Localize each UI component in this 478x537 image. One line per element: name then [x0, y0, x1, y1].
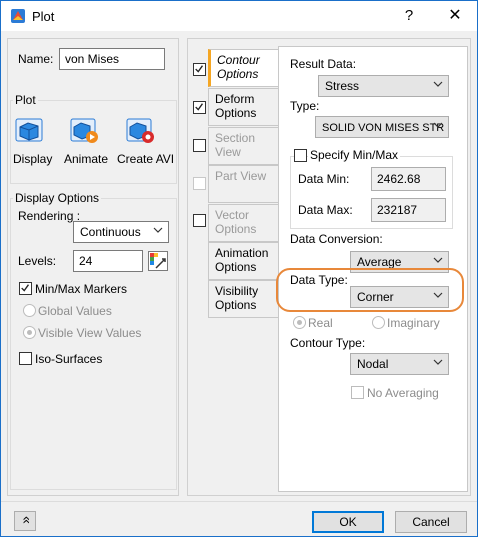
- chevron-down-icon: [433, 122, 443, 128]
- global-values-radio[interactable]: [23, 304, 36, 317]
- visible-values-radio[interactable]: [23, 326, 36, 339]
- levels-label: Levels:: [18, 254, 57, 268]
- tab-label: Options: [215, 106, 257, 120]
- visible-values-label: Visible View Values: [38, 326, 142, 340]
- data-type-select[interactable]: Corner: [350, 286, 449, 308]
- result-data-select[interactable]: Stress: [318, 75, 449, 97]
- vector-options-checkbox[interactable]: [193, 214, 206, 227]
- plot-group-label: Plot: [13, 93, 38, 107]
- ok-button[interactable]: OK: [312, 511, 384, 533]
- animate-label[interactable]: Animate: [64, 152, 108, 166]
- contour-type-select[interactable]: Nodal: [350, 353, 449, 375]
- display-label[interactable]: Display: [13, 152, 52, 166]
- result-data-value: Stress: [325, 79, 360, 93]
- tab-label: Deform: [215, 92, 255, 106]
- minmax-markers-checkbox[interactable]: [19, 282, 32, 295]
- tab-visibility-options[interactable]: Visibility Options: [208, 280, 278, 318]
- tab-label: Options: [215, 222, 257, 236]
- color-palette-icon[interactable]: [148, 251, 168, 271]
- title-bar: Plot ? ✕: [1, 1, 477, 31]
- specify-minmax-checkbox[interactable]: [294, 149, 307, 162]
- radio-dot: [297, 320, 302, 325]
- plot-dialog: Plot ? ✕ Name: von Mises Plot Display An…: [0, 0, 478, 537]
- cancel-button[interactable]: Cancel: [395, 511, 467, 533]
- tab-label: Vector: [215, 208, 250, 222]
- check-icon: [195, 103, 204, 111]
- help-button[interactable]: ?: [389, 3, 429, 29]
- section-view-checkbox[interactable]: [193, 139, 206, 152]
- create-avi-label[interactable]: Create AVI: [117, 152, 174, 166]
- type-label: Type:: [290, 99, 320, 113]
- tab-contour-options[interactable]: Contour Options: [208, 49, 278, 87]
- tab-part-view[interactable]: Part View: [208, 165, 278, 203]
- tab-label: Visibility: [215, 284, 259, 298]
- data-max-input[interactable]: 232187: [371, 198, 446, 222]
- part-view-checkbox[interactable]: [193, 177, 206, 190]
- no-averaging-label: No Averaging: [367, 386, 439, 400]
- rendering-select[interactable]: Continuous: [73, 221, 169, 243]
- levels-input[interactable]: 24: [73, 250, 143, 272]
- iso-surfaces-label: Iso-Surfaces: [35, 352, 103, 366]
- rendering-label: Rendering :: [18, 209, 81, 223]
- radio-dot: [27, 330, 32, 335]
- chevron-down-icon: [433, 257, 443, 263]
- create-avi-icon[interactable]: [125, 115, 155, 145]
- minmax-markers-label: Min/Max Markers: [35, 282, 128, 296]
- tab-label: Options: [217, 67, 259, 81]
- global-values-label: Global Values: [38, 304, 112, 318]
- rendering-value: Continuous: [80, 225, 141, 239]
- tab-label: Animation: [215, 246, 269, 260]
- data-max-label: Data Max:: [298, 203, 353, 217]
- close-button[interactable]: ✕: [435, 3, 475, 29]
- chevron-down-icon: [433, 359, 443, 365]
- data-type-value: Corner: [357, 290, 394, 304]
- tab-animation-options[interactable]: Animation Options: [208, 242, 278, 280]
- data-min-input[interactable]: 2462.68: [371, 167, 446, 191]
- data-conversion-value: Average: [357, 255, 402, 269]
- iso-surfaces-checkbox[interactable]: [19, 352, 32, 365]
- chevron-down-icon: [433, 292, 443, 298]
- tab-label: Options: [215, 260, 257, 274]
- check-icon: [21, 284, 30, 292]
- animate-icon[interactable]: [69, 115, 99, 145]
- result-data-label: Result Data:: [290, 57, 357, 71]
- contour-options-checkbox[interactable]: [193, 63, 206, 76]
- deform-options-checkbox[interactable]: [193, 101, 206, 114]
- double-chevron-up-icon: »: [16, 516, 33, 524]
- tab-section-view[interactable]: Section View: [208, 127, 278, 165]
- name-label: Name:: [18, 52, 54, 66]
- chevron-down-icon: [153, 227, 163, 233]
- specify-minmax-label: Specify Min/Max: [308, 148, 401, 162]
- name-input[interactable]: von Mises: [59, 48, 165, 70]
- tab-vector-options[interactable]: Vector Options: [208, 204, 278, 242]
- type-value: SOLID VON MISES STR: [322, 122, 445, 134]
- contour-type-value: Nodal: [357, 357, 389, 371]
- real-label: Real: [308, 316, 333, 330]
- display-options-label: Display Options: [13, 191, 102, 205]
- window-title: Plot: [32, 9, 55, 24]
- contour-type-label: Contour Type:: [290, 336, 366, 350]
- data-min-label: Data Min:: [298, 172, 350, 186]
- tab-label: Part View: [215, 169, 267, 183]
- footer-divider: [1, 501, 477, 502]
- no-averaging-checkbox[interactable]: [351, 386, 364, 399]
- tab-deform-options[interactable]: Deform Options: [208, 88, 278, 126]
- tab-label: Contour: [217, 53, 260, 67]
- data-type-label: Data Type:: [290, 273, 348, 287]
- imaginary-label: Imaginary: [387, 316, 440, 330]
- display-icon[interactable]: [14, 115, 44, 145]
- chevron-down-icon: [433, 81, 443, 87]
- tab-label: Options: [215, 298, 257, 312]
- imaginary-radio[interactable]: [372, 316, 385, 329]
- type-select[interactable]: SOLID VON MISES STR: [315, 116, 449, 138]
- real-radio[interactable]: [293, 316, 306, 329]
- data-conversion-label: Data Conversion:: [290, 232, 383, 246]
- check-icon: [195, 65, 204, 73]
- tab-label: Section View: [215, 131, 256, 159]
- expand-button[interactable]: »: [14, 511, 36, 531]
- app-icon: [11, 9, 25, 23]
